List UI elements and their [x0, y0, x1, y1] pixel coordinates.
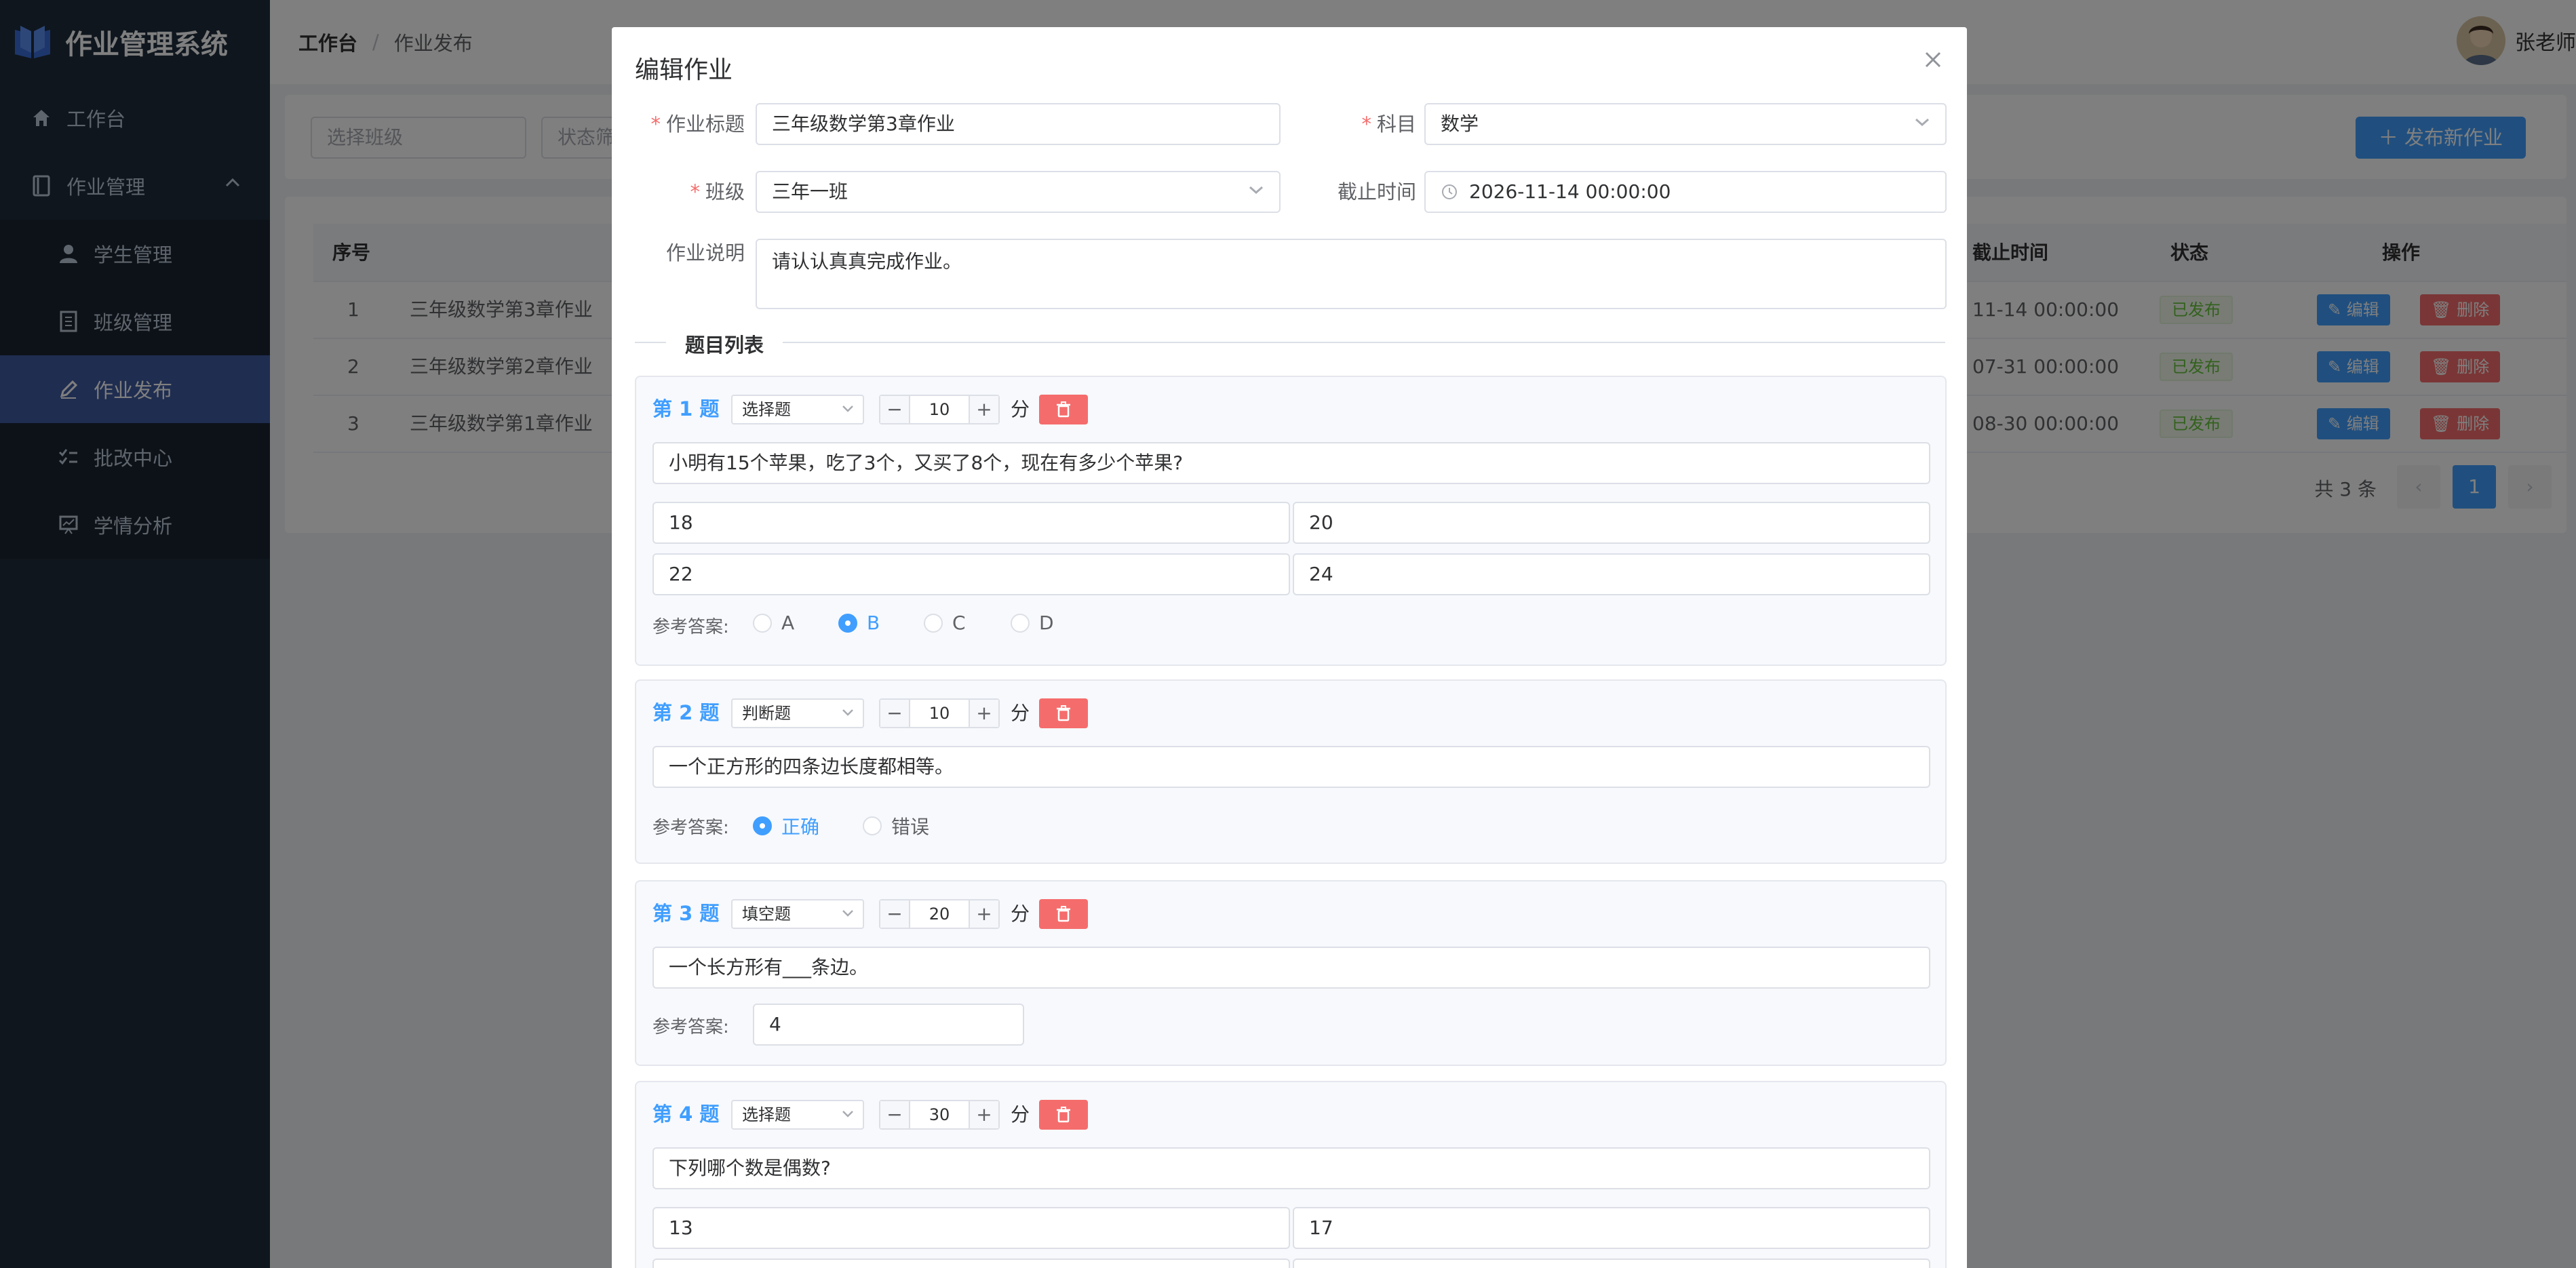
decrement-button[interactable]: −: [880, 1101, 910, 1128]
score-stepper[interactable]: − 10 +: [879, 698, 1000, 728]
delete-question-button[interactable]: [1039, 698, 1088, 728]
description-textarea[interactable]: 请认认真真完成作业。: [756, 239, 1947, 309]
subject-field-label: * 科目: [1361, 113, 1416, 136]
title-field-label: * 作业标题: [650, 113, 745, 136]
decrement-button[interactable]: −: [880, 900, 910, 928]
answer-label: 参考答案:: [652, 617, 729, 637]
question-content-input[interactable]: 一个正方形的四条边长度都相等。: [652, 746, 1930, 788]
question-type-select[interactable]: 填空题: [731, 899, 864, 929]
score-unit: 分: [1011, 1103, 1030, 1126]
question-content-input[interactable]: 小明有15个苹果，吃了3个，又买了8个，现在有多少个苹果?: [652, 442, 1930, 484]
question-card: 第 2 题 判断题 − 10 + 分 一个正方形的四条边长度都相等。 参考答案:…: [635, 679, 1947, 864]
delete-question-button[interactable]: [1039, 395, 1088, 424]
trash-icon: [1057, 705, 1070, 721]
class-field-label: * 班级: [690, 180, 745, 203]
desc-field-label: 作业说明: [665, 241, 745, 264]
chevron-down-icon: [842, 910, 853, 917]
score-stepper[interactable]: − 20 +: [879, 899, 1000, 929]
delete-question-button[interactable]: [1039, 899, 1088, 929]
increment-button[interactable]: +: [969, 396, 998, 423]
option-input-c[interactable]: [652, 1259, 1290, 1268]
answer-radio-d[interactable]: D: [1011, 612, 1054, 634]
question-content-input[interactable]: 下列哪个数是偶数?: [652, 1147, 1930, 1189]
edit-homework-dialog: 编辑作业 * 作业标题 三年级数学第3章作业 * 科目 数学 * 班级 三年一班 截止…: [612, 27, 1967, 1268]
answer-input[interactable]: 4: [753, 1004, 1024, 1046]
option-input-d[interactable]: 24: [1293, 553, 1930, 595]
score-stepper[interactable]: − 10 +: [879, 395, 1000, 424]
delete-question-button[interactable]: [1039, 1100, 1088, 1130]
option-input-d[interactable]: [1293, 1259, 1930, 1268]
score-value[interactable]: 10: [910, 700, 969, 727]
option-input-a[interactable]: 13: [652, 1207, 1290, 1249]
chevron-down-icon: [842, 405, 853, 412]
answer-radio-false[interactable]: 错误: [863, 812, 929, 839]
option-input-b[interactable]: 17: [1293, 1207, 1930, 1249]
score-unit: 分: [1011, 702, 1030, 724]
question-number: 第 3 题: [652, 902, 720, 925]
title-input[interactable]: 三年级数学第3章作业: [756, 103, 1281, 145]
question-list-title: 题目列表: [666, 330, 783, 358]
deadline-field-label: 截止时间: [1337, 180, 1416, 203]
trash-icon: [1057, 401, 1070, 418]
question-card: 第 4 题 选择题 − 30 + 分 下列哪个数是偶数? 13 17: [635, 1081, 1947, 1268]
option-input-c[interactable]: 22: [652, 553, 1290, 595]
trash-icon: [1057, 1107, 1070, 1123]
increment-button[interactable]: +: [969, 900, 998, 928]
answer-radio-a[interactable]: A: [753, 612, 794, 634]
question-card: 第 1 题 选择题 − 10 + 分 小明有15个苹果，吃了3个，又买了8个，现…: [635, 376, 1947, 666]
increment-button[interactable]: +: [969, 1101, 998, 1128]
increment-button[interactable]: +: [969, 700, 998, 727]
option-input-b[interactable]: 20: [1293, 502, 1930, 544]
clock-icon: [1442, 184, 1457, 199]
close-icon[interactable]: [1919, 46, 1947, 73]
class-select[interactable]: 三年一班: [756, 171, 1281, 213]
score-stepper[interactable]: − 30 +: [879, 1100, 1000, 1130]
answer-label: 参考答案:: [652, 1017, 729, 1037]
question-type-select[interactable]: 判断题: [731, 698, 864, 728]
dialog-title: 编辑作业: [635, 56, 733, 84]
chevron-down-icon: [1249, 186, 1263, 195]
score-value[interactable]: 10: [910, 396, 969, 423]
score-unit: 分: [1011, 398, 1030, 420]
trash-icon: [1057, 906, 1070, 922]
chevron-down-icon: [842, 1111, 853, 1117]
score-value[interactable]: 20: [910, 900, 969, 928]
decrement-button[interactable]: −: [880, 700, 910, 727]
answer-radio-true[interactable]: 正确: [753, 812, 819, 839]
question-number: 第 2 题: [652, 701, 720, 724]
question-content-input[interactable]: 一个长方形有___条边。: [652, 947, 1930, 989]
chevron-down-icon: [842, 709, 853, 716]
score-value[interactable]: 30: [910, 1101, 969, 1128]
answer-radio-b[interactable]: B: [838, 612, 880, 634]
question-number: 第 1 题: [652, 397, 720, 420]
score-unit: 分: [1011, 903, 1030, 925]
question-type-select[interactable]: 选择题: [731, 1100, 864, 1130]
chevron-down-icon: [1915, 118, 1929, 127]
question-number: 第 4 题: [652, 1103, 720, 1126]
answer-radio-c[interactable]: C: [924, 612, 966, 634]
question-card: 第 3 题 填空题 − 20 + 分 一个长方形有___条边。 参考答案: 4: [635, 880, 1947, 1066]
decrement-button[interactable]: −: [880, 396, 910, 423]
subject-select[interactable]: 数学: [1424, 103, 1947, 145]
question-type-select[interactable]: 选择题: [731, 395, 864, 424]
answer-label: 参考答案:: [652, 818, 729, 838]
option-input-a[interactable]: 18: [652, 502, 1290, 544]
deadline-picker[interactable]: 2026-11-14 00:00:00: [1424, 171, 1947, 213]
question-list-divider: [635, 342, 1945, 343]
